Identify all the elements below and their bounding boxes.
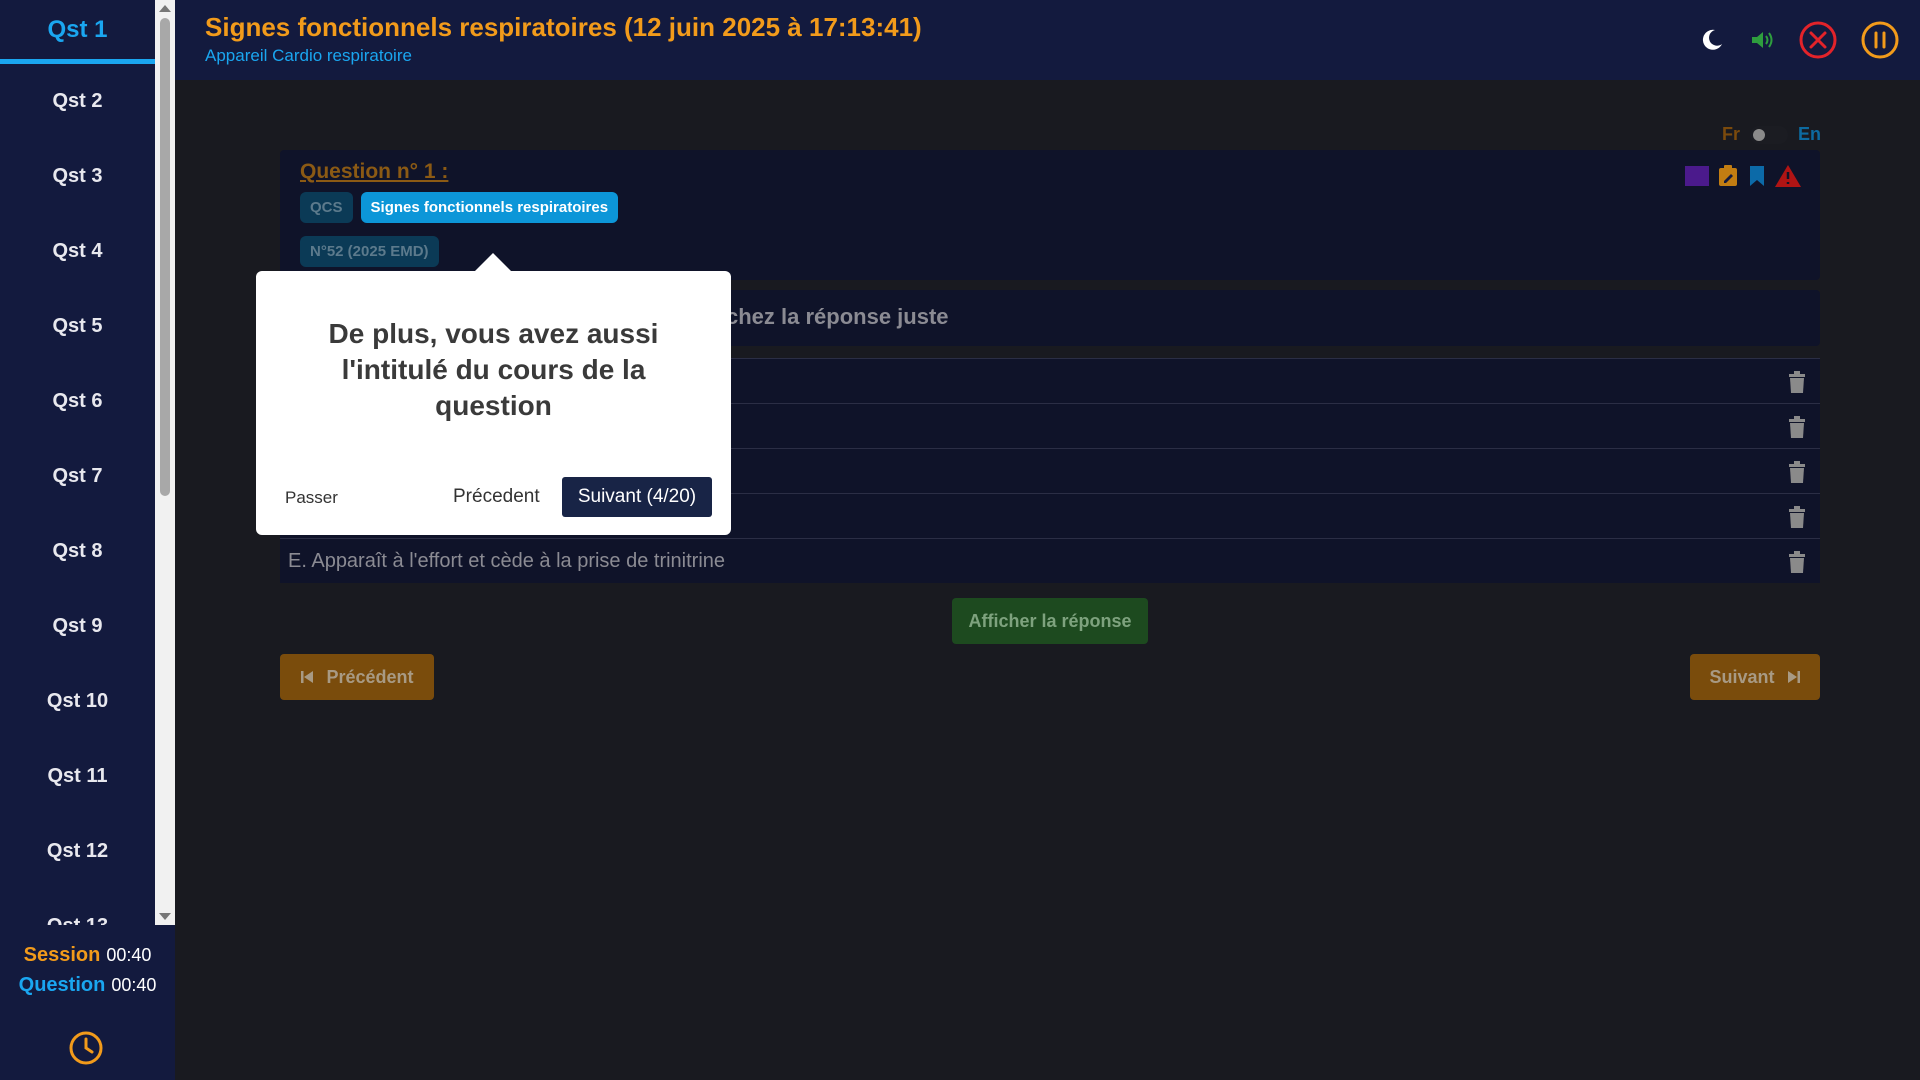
scrollbar-thumb[interactable] bbox=[160, 18, 170, 496]
question-ref-tag: N°52 (2025 EMD) bbox=[300, 236, 439, 267]
answer-text: E. Apparaît à l'effort et cède à la pris… bbox=[288, 549, 726, 572]
skip-next-icon bbox=[1787, 671, 1800, 683]
question-timer: Question 00:40 bbox=[0, 970, 175, 1000]
scroll-down-arrow-icon[interactable] bbox=[159, 913, 171, 920]
sidebar-item-qst-3[interactable]: Qst 3 bbox=[0, 139, 155, 214]
question-timer-value: 00:40 bbox=[111, 974, 157, 995]
next-button-label: Suivant bbox=[1709, 666, 1775, 687]
lang-switch-knob bbox=[1753, 128, 1765, 141]
trash-icon[interactable] bbox=[1788, 416, 1806, 438]
trash-icon[interactable] bbox=[1788, 551, 1806, 573]
popup-caret bbox=[475, 253, 511, 271]
session-timer-value: 00:40 bbox=[106, 944, 152, 965]
scroll-up-arrow-icon[interactable] bbox=[159, 5, 171, 12]
header-actions bbox=[1698, 20, 1900, 60]
lang-switch[interactable] bbox=[1750, 125, 1788, 144]
show-answer-button[interactable]: Afficher la réponse bbox=[952, 598, 1148, 644]
question-type-tag: QCS bbox=[300, 192, 353, 223]
sidebar-scrollbar[interactable] bbox=[155, 0, 175, 925]
page-title: Signes fonctionnels respiratoires (12 ju… bbox=[205, 12, 922, 42]
header: Signes fonctionnels respiratoires (12 ju… bbox=[175, 0, 1920, 80]
tour-message: De plus, vous avez aussi l'intitulé du c… bbox=[328, 318, 659, 421]
next-question-button[interactable]: Suivant bbox=[1690, 654, 1820, 700]
sidebar-item-qst-1[interactable]: Qst 1 bbox=[0, 0, 155, 64]
color-square-icon[interactable] bbox=[1685, 166, 1709, 186]
question-number: Question n° 1 : bbox=[300, 160, 449, 183]
language-toggle[interactable]: Fr En bbox=[1722, 124, 1821, 145]
sidebar-item-qst-7[interactable]: Qst 7 bbox=[0, 439, 155, 514]
sidebar-item-qst-8[interactable]: Qst 8 bbox=[0, 514, 155, 589]
question-timer-label: Question bbox=[18, 973, 106, 996]
bookmark-icon[interactable] bbox=[1747, 164, 1767, 188]
question-list: Qst 1 Qst 2 Qst 3 Qst 4 Qst 5 Qst 6 Qst … bbox=[0, 0, 155, 925]
sidebar-item-qst-13[interactable]: Qst 13 bbox=[0, 889, 155, 925]
volume-icon[interactable] bbox=[1748, 26, 1776, 54]
sidebar-item-qst-10[interactable]: Qst 10 bbox=[0, 664, 155, 739]
tour-popup: De plus, vous avez aussi l'intitulé du c… bbox=[256, 253, 731, 535]
tour-next-button[interactable]: Suivant (4/20) bbox=[562, 477, 712, 517]
sidebar-item-qst-5[interactable]: Qst 5 bbox=[0, 289, 155, 364]
sidebar-item-qst-9[interactable]: Qst 9 bbox=[0, 589, 155, 664]
question-card: Question n° 1 : QCS Signes fonctionnels … bbox=[280, 150, 1820, 280]
question-tags: QCS Signes fonctionnels respiratoires bbox=[300, 192, 619, 223]
instruction-text: chez la réponse juste bbox=[726, 304, 949, 329]
skip-previous-icon bbox=[301, 671, 314, 683]
sidebar-item-qst-6[interactable]: Qst 6 bbox=[0, 364, 155, 439]
trash-icon[interactable] bbox=[1788, 371, 1806, 393]
session-timer-label: Session bbox=[23, 943, 101, 966]
trash-icon[interactable] bbox=[1788, 461, 1806, 483]
trash-icon[interactable] bbox=[1788, 506, 1806, 528]
moon-icon[interactable] bbox=[1698, 26, 1726, 54]
session-timer: Session 00:40 bbox=[0, 940, 175, 970]
course-topic-tag: Signes fonctionnels respiratoires bbox=[360, 192, 619, 223]
sidebar-item-qst-4[interactable]: Qst 4 bbox=[0, 214, 155, 289]
clock-icon[interactable] bbox=[68, 1030, 104, 1066]
close-circle-icon[interactable] bbox=[1798, 20, 1838, 60]
tour-previous-button[interactable]: Précedent bbox=[453, 486, 540, 508]
card-actions bbox=[1685, 164, 1802, 188]
sidebar: Qst 1 Qst 2 Qst 3 Qst 4 Qst 5 Qst 6 Qst … bbox=[0, 0, 175, 1080]
sidebar-item-qst-12[interactable]: Qst 12 bbox=[0, 814, 155, 889]
warning-icon[interactable] bbox=[1774, 164, 1802, 188]
sidebar-item-qst-11[interactable]: Qst 11 bbox=[0, 739, 155, 814]
sidebar-item-qst-2[interactable]: Qst 2 bbox=[0, 64, 155, 139]
previous-question-button[interactable]: Précédent bbox=[280, 654, 434, 700]
tour-skip-button[interactable]: Passer bbox=[285, 488, 338, 508]
pause-circle-icon[interactable] bbox=[1860, 20, 1900, 60]
lang-en-label[interactable]: En bbox=[1798, 124, 1821, 145]
answer-option-e[interactable]: E. Apparaît à l'effort et cède à la pris… bbox=[280, 538, 1820, 583]
timers: Session 00:40 Question 00:40 bbox=[0, 940, 175, 1000]
edit-note-icon[interactable] bbox=[1716, 164, 1740, 188]
lang-fr-label[interactable]: Fr bbox=[1722, 124, 1740, 145]
page-subtitle: Appareil Cardio respiratoire bbox=[205, 46, 412, 65]
previous-button-label: Précédent bbox=[326, 666, 414, 687]
